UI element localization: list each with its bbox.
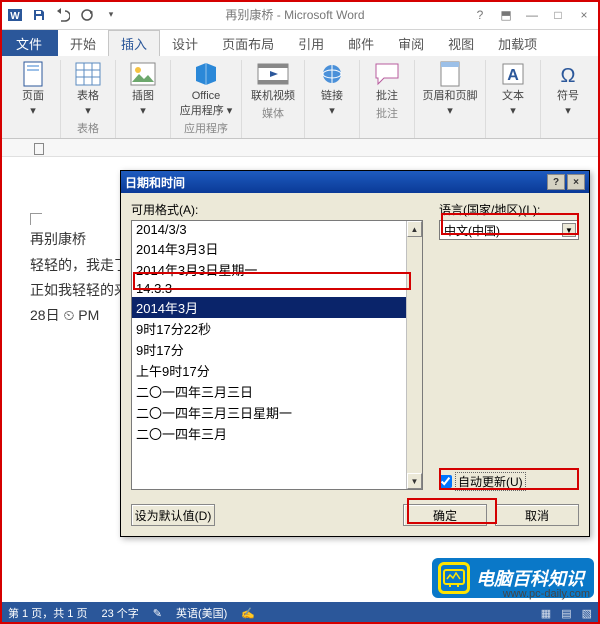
scroll-up-icon[interactable]: ▲	[407, 221, 422, 237]
header-footer-button[interactable]: 页眉和页脚▾	[421, 60, 479, 118]
ribbon-display-icon[interactable]: ⬒	[494, 4, 518, 26]
format-option[interactable]: 上午9时17分	[132, 360, 406, 381]
window-title: 再别康桥 - Microsoft Word	[122, 6, 468, 23]
comment-button[interactable]: 批注	[366, 60, 408, 103]
svg-text:W: W	[10, 11, 20, 22]
group-text: A 文本▾	[486, 60, 541, 138]
format-option[interactable]: 9时17分22秒	[132, 318, 406, 339]
status-page[interactable]: 第 1 页，共 1 页	[8, 605, 87, 621]
language-select[interactable]: 中文(中国) ▼	[439, 220, 579, 240]
group-headerfooter: 页眉和页脚▾	[415, 60, 486, 138]
listbox-scrollbar[interactable]: ▲ ▼	[406, 221, 422, 489]
dialog-title-bar[interactable]: 日期和时间 ? ×	[121, 171, 589, 193]
format-option[interactable]: 二〇一四年三月三日	[132, 381, 406, 402]
brand-url: www.pc-daily.com	[503, 588, 590, 600]
format-option[interactable]: 2014年3月3日	[132, 238, 406, 259]
format-option[interactable]: 9时17分	[132, 339, 406, 360]
tab-insert[interactable]: 插入	[108, 30, 160, 56]
help-icon[interactable]: ?	[468, 4, 492, 26]
office-apps-button[interactable]: Office 应用程序 ▾	[177, 60, 235, 118]
tab-file[interactable]: 文件	[0, 30, 58, 56]
status-word-count[interactable]: 23 个字	[101, 605, 138, 621]
formats-listbox[interactable]: 2014/3/32014年3月3日2014年3月3日星期一14.3.32014年…	[131, 220, 423, 490]
svg-text:A: A	[507, 67, 519, 84]
ribbon-body: 页面▾ 表格▾ 表格 插图▾ Office 应用程序 ▾	[0, 56, 600, 139]
chevron-down-icon[interactable]: ▼	[562, 223, 576, 237]
tab-references[interactable]: 引用	[286, 30, 336, 56]
group-apps: Office 应用程序 ▾ 应用程序	[171, 60, 242, 138]
svg-text:Ω: Ω	[561, 65, 576, 86]
redo-icon[interactable]	[76, 4, 98, 26]
language-label: 语言(国家/地区)(L):	[439, 201, 579, 218]
format-option[interactable]: 2014年3月	[132, 297, 406, 318]
title-bar: W ▾ 再别康桥 - Microsoft Word ? ⬒ — □ ×	[0, 0, 600, 30]
text-button[interactable]: A 文本▾	[492, 60, 534, 118]
track-changes-icon[interactable]: ✍	[241, 607, 255, 620]
tab-home[interactable]: 开始	[58, 30, 108, 56]
format-option[interactable]: 2014/3/3	[132, 221, 406, 238]
dialog-title: 日期和时间	[125, 174, 185, 191]
scroll-down-icon[interactable]: ▼	[407, 473, 422, 489]
minimize-icon[interactable]: —	[520, 4, 544, 26]
group-pages: 页面▾	[6, 60, 61, 138]
page-corner	[30, 213, 42, 225]
illustrations-button[interactable]: 插图▾	[122, 60, 164, 118]
format-option[interactable]: 二〇一四年三月	[132, 423, 406, 444]
tab-mailings[interactable]: 邮件	[336, 30, 386, 56]
set-default-button[interactable]: 设为默认值(D)	[131, 504, 215, 526]
format-option[interactable]: 2014年3月3日星期一	[132, 259, 406, 280]
format-option[interactable]: 14.3.3	[132, 280, 406, 297]
pages-button[interactable]: 页面▾	[12, 60, 54, 118]
print-layout-icon[interactable]: ▤	[561, 607, 571, 620]
maximize-icon[interactable]: □	[546, 4, 570, 26]
dialog-close-icon[interactable]: ×	[567, 174, 585, 190]
read-mode-icon[interactable]: ▦	[541, 607, 551, 620]
table-button[interactable]: 表格▾	[67, 60, 109, 118]
ruler	[0, 139, 600, 157]
group-tables: 表格▾ 表格	[61, 60, 116, 138]
web-layout-icon[interactable]: ▧	[582, 607, 592, 620]
ok-button[interactable]: 确定	[403, 504, 487, 526]
tab-addins[interactable]: 加载项	[486, 30, 549, 56]
tab-review[interactable]: 审阅	[386, 30, 436, 56]
group-links: 链接▾	[305, 60, 360, 138]
online-video-button[interactable]: 联机视频	[248, 60, 298, 103]
proofing-icon[interactable]: ✎	[153, 607, 162, 620]
quick-access-toolbar: W ▾	[0, 4, 122, 26]
status-bar: 第 1 页，共 1 页 23 个字 ✎ 英语(美国) ✍ ▦ ▤ ▧	[0, 602, 600, 624]
undo-icon[interactable]	[52, 4, 74, 26]
cancel-button[interactable]: 取消	[495, 504, 579, 526]
save-icon[interactable]	[28, 4, 50, 26]
group-comments: 批注 批注	[360, 60, 415, 138]
language-value: 中文(中国)	[444, 222, 500, 239]
symbols-button[interactable]: Ω 符号▾	[547, 60, 589, 118]
qat-customize-icon[interactable]: ▾	[100, 4, 122, 26]
tab-layout[interactable]: 页面布局	[210, 30, 286, 56]
window-caption-buttons: ? ⬒ — □ ×	[468, 4, 600, 26]
date-time-dialog: 日期和时间 ? × 可用格式(A): 2014/3/32014年3月3日2014…	[120, 170, 590, 537]
auto-update-checkbox[interactable]: 自动更新(U)	[439, 473, 579, 490]
brand-logo-icon	[438, 562, 470, 594]
status-language[interactable]: 英语(美国)	[176, 605, 227, 621]
group-media: 联机视频 媒体	[242, 60, 305, 138]
tab-design[interactable]: 设计	[160, 30, 210, 56]
tab-view[interactable]: 视图	[436, 30, 486, 56]
ribbon-tabs: 文件 开始 插入 设计 页面布局 引用 邮件 审阅 视图 加载项	[0, 30, 600, 56]
links-button[interactable]: 链接▾	[311, 60, 353, 118]
word-icon: W	[4, 4, 26, 26]
formats-label: 可用格式(A):	[131, 201, 423, 218]
format-option[interactable]: 二〇一四年三月三日星期一	[132, 402, 406, 423]
group-illustrations: 插图▾	[116, 60, 171, 138]
close-icon[interactable]: ×	[572, 4, 596, 26]
auto-update-input[interactable]	[439, 475, 452, 488]
dialog-help-icon[interactable]: ?	[547, 174, 565, 190]
group-symbols: Ω 符号▾	[541, 60, 595, 138]
